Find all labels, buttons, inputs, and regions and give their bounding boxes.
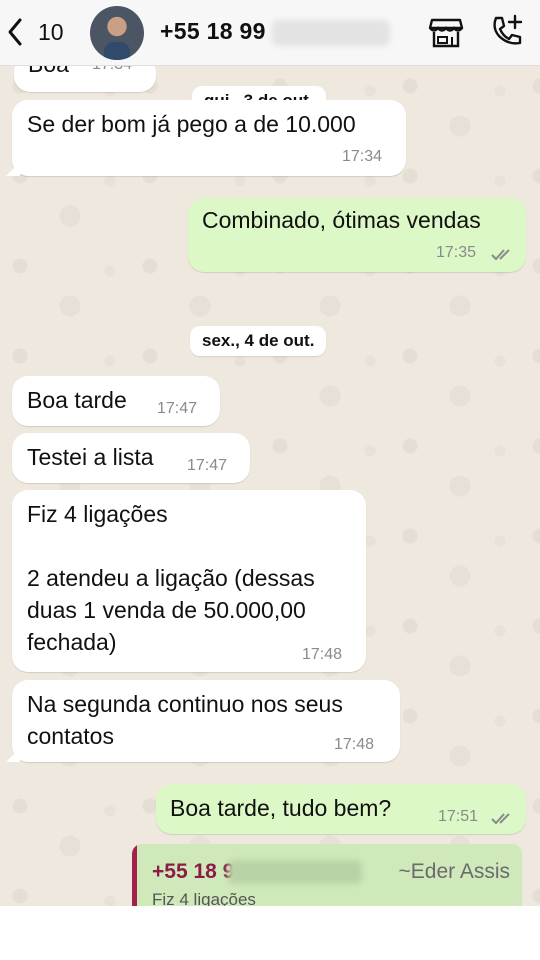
- message-time: 17:48: [334, 736, 375, 753]
- double-check-read-icon: [491, 249, 510, 261]
- chat-area[interactable]: Boa 17:34 qui., 3 de out. Se der bom já …: [0, 66, 540, 906]
- message-bubble-incoming[interactable]: Na segunda continuo nos seus contatos 17…: [12, 680, 400, 762]
- message-time: 17:34: [92, 66, 132, 74]
- message-text: Testei a lista: [27, 444, 154, 470]
- message-text: Combinado, ótimas vendas: [202, 207, 481, 233]
- message-text: Se der bom já pego a de 10.000: [27, 111, 356, 137]
- message-time: 17:35: [436, 244, 477, 261]
- quoted-sender-number: +55 18 9: [152, 860, 235, 883]
- contact-name[interactable]: +55 18 99: [160, 18, 266, 45]
- message-text: Boa tarde: [27, 387, 127, 413]
- message-bubble-incoming[interactable]: Boa tarde 17:47: [12, 376, 220, 426]
- chevron-left-icon: [8, 18, 22, 46]
- message-text: Boa: [28, 66, 69, 80]
- message-text: Fiz 4 ligações 2 atendeu a ligação (dess…: [27, 501, 315, 655]
- phone-add-icon[interactable]: [488, 12, 526, 50]
- message-time: 17:34: [342, 148, 383, 165]
- quoted-author: ~Eder Assis: [398, 860, 510, 883]
- quoted-message-preview[interactable]: +55 18 9 ~Eder Assis Fiz 4 ligações: [132, 844, 522, 906]
- double-check-read-icon: [491, 813, 510, 825]
- message-time: 17:48: [302, 646, 343, 663]
- bottom-area: [0, 906, 540, 960]
- message-bubble-outgoing[interactable]: Combinado, ótimas vendas 17:35: [188, 198, 526, 272]
- redacted-number-mask: [272, 20, 390, 46]
- message-text: Boa tarde, tudo bem?: [170, 795, 392, 821]
- message-bubble-incoming[interactable]: Boa 17:34: [14, 66, 156, 92]
- message-bubble-incoming[interactable]: Se der bom já pego a de 10.000 17:34: [12, 100, 406, 176]
- quote-accent-bar: [132, 844, 137, 906]
- unread-count: 10: [38, 18, 64, 45]
- chat-header: 10 +55 18 99: [0, 0, 540, 66]
- redacted-number-mask: [228, 860, 362, 884]
- storefront-icon[interactable]: [428, 14, 464, 50]
- message-bubble-incoming[interactable]: Fiz 4 ligações 2 atendeu a ligação (dess…: [12, 490, 366, 672]
- date-separator: sex., 4 de out.: [190, 326, 327, 356]
- message-time: 17:47: [187, 457, 228, 474]
- message-bubble-outgoing[interactable]: Boa tarde, tudo bem? 17:51: [156, 784, 526, 834]
- message-bubble-incoming[interactable]: Testei a lista 17:47: [12, 433, 250, 483]
- back-button[interactable]: 10: [4, 16, 64, 48]
- message-time: 17:47: [157, 400, 198, 417]
- avatar[interactable]: [90, 6, 144, 60]
- message-time: 17:51: [438, 808, 479, 825]
- quoted-snippet: Fiz 4 ligações: [152, 890, 256, 906]
